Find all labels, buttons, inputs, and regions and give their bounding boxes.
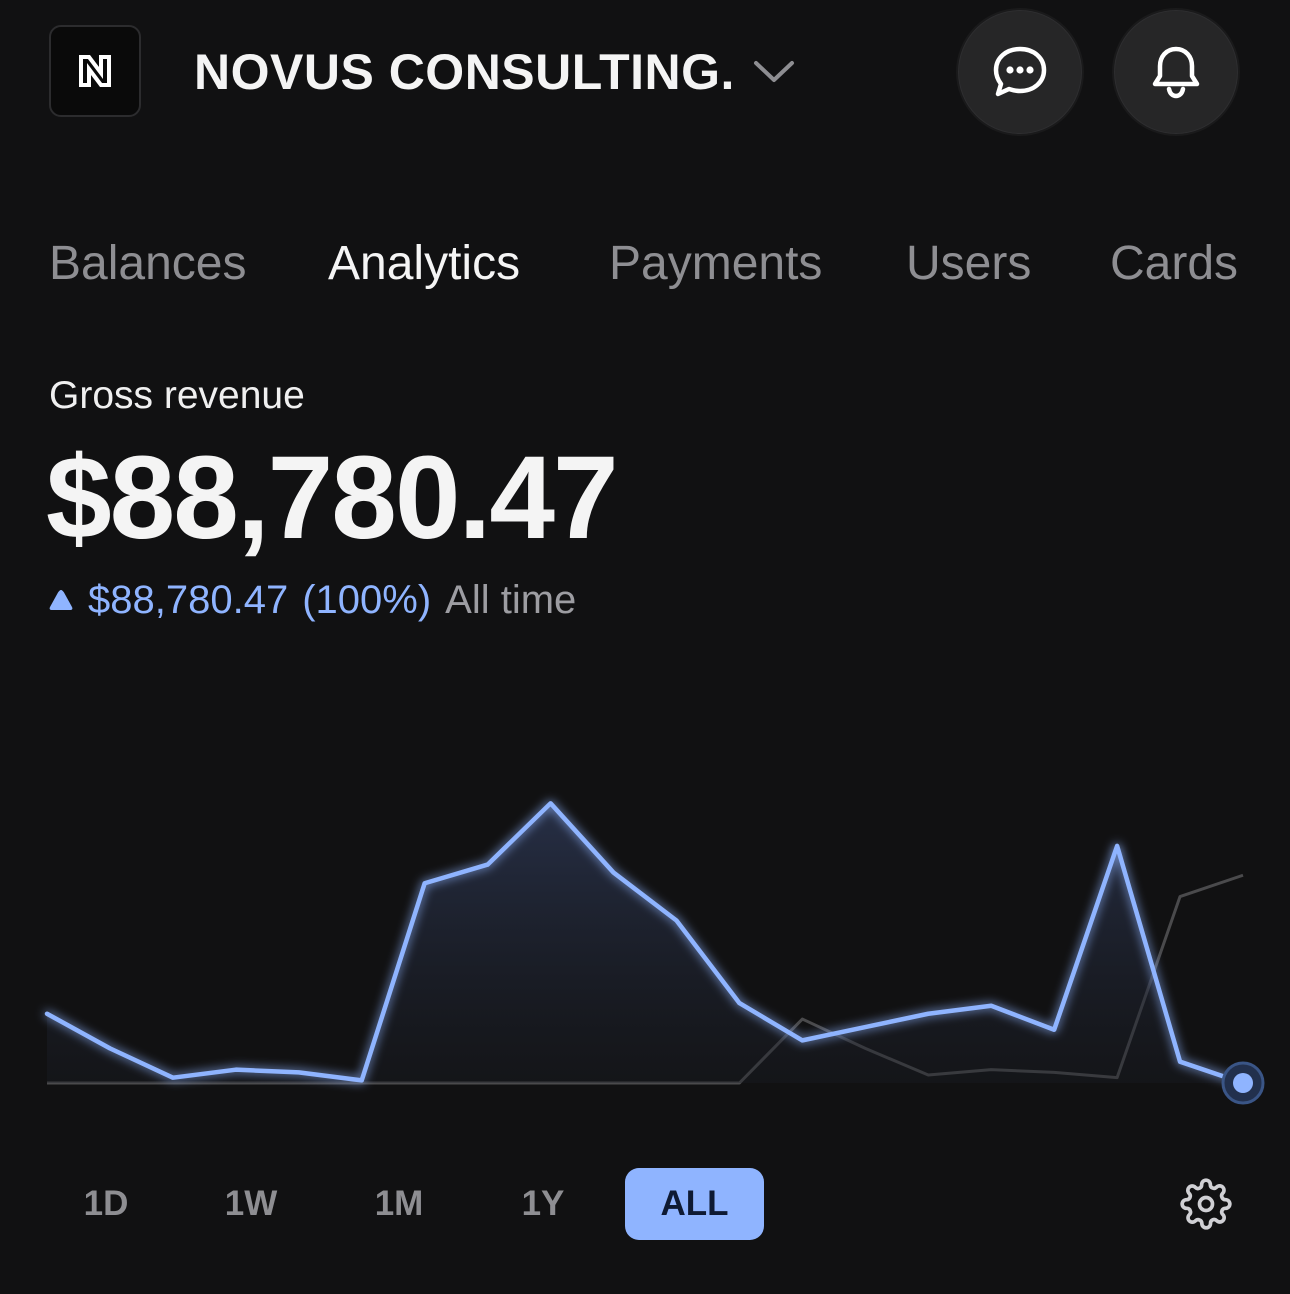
range-1m-button[interactable]: 1M [354, 1168, 444, 1240]
messages-button[interactable] [956, 8, 1084, 136]
change-amount: $88,780.47 [88, 577, 289, 622]
chevron-down-icon [753, 61, 794, 82]
section-tabs: Balances Analytics Payments Users Cards [0, 236, 1290, 296]
revenue-change: $88,780.47 (100%) All time [48, 574, 576, 626]
tab-analytics[interactable]: Analytics [328, 236, 520, 291]
revenue-label: Gross revenue [49, 374, 305, 417]
triangle-up-icon [49, 590, 73, 610]
chart-settings-button[interactable] [1178, 1176, 1234, 1232]
range-1y-button[interactable]: 1Y [503, 1168, 583, 1240]
revenue-chart[interactable] [0, 760, 1290, 1120]
change-value: $88,780.47 (100%) [48, 578, 431, 623]
novus-logo-icon[interactable] [49, 25, 141, 117]
notifications-button[interactable] [1112, 8, 1240, 136]
current-value-marker[interactable] [1233, 1073, 1253, 1093]
company-switcher[interactable]: NOVUS CONSULTING. [194, 40, 795, 104]
change-percent: (100%) [302, 577, 432, 622]
analytics-screen: NOVUS CONSULTING. Balances Analytics Pay… [0, 0, 1290, 1294]
revenue-amount: $88,780.47 [46, 432, 619, 564]
range-1w-button[interactable]: 1W [207, 1168, 295, 1240]
range-all-button[interactable]: ALL [625, 1168, 764, 1240]
range-1d-button[interactable]: 1D [64, 1168, 148, 1240]
company-name: NOVUS CONSULTING. [194, 44, 735, 100]
chat-bubble-icon [993, 46, 1047, 97]
tab-balances[interactable]: Balances [49, 236, 246, 291]
tab-cards[interactable]: Cards [1110, 236, 1238, 291]
revenue-series-area [47, 803, 1243, 1083]
tab-users[interactable]: Users [906, 236, 1031, 291]
change-period: All time [445, 577, 577, 622]
gear-icon [1180, 1178, 1232, 1230]
tab-payments[interactable]: Payments [609, 236, 822, 291]
bell-icon [1152, 46, 1200, 99]
